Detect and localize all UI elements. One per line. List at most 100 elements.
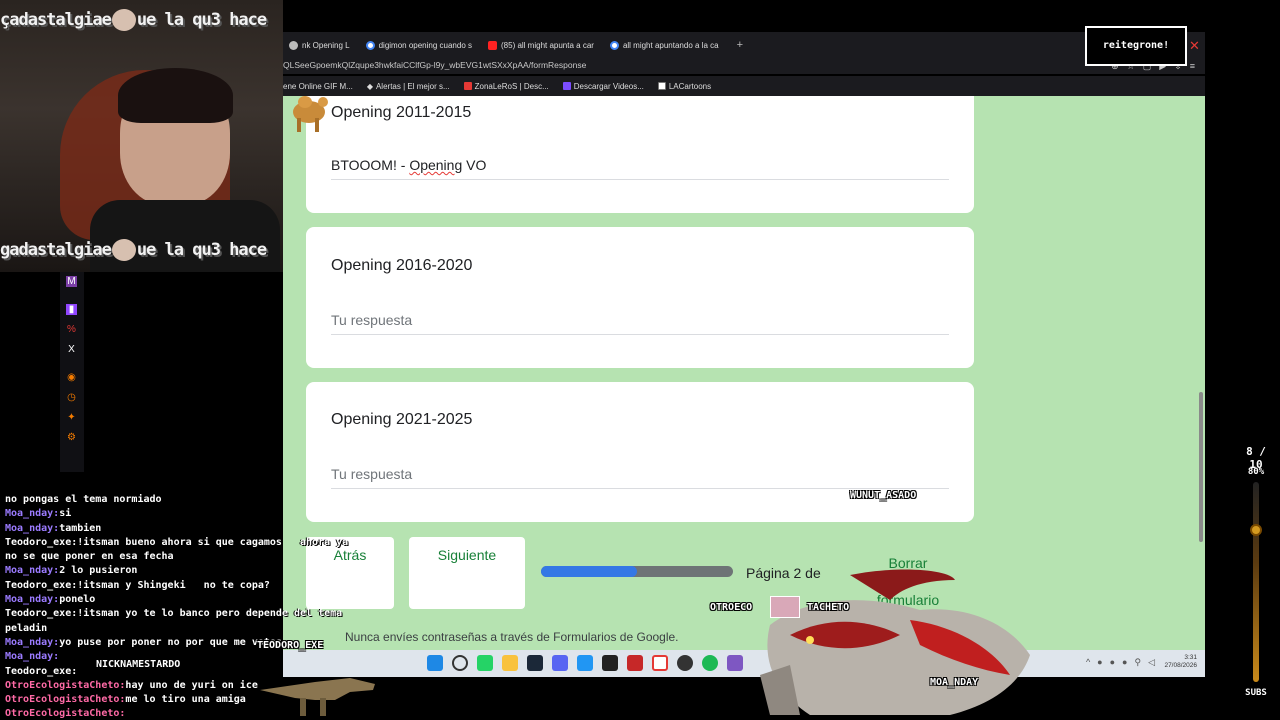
screen: nk Opening L digimon opening cuando s (8… xyxy=(0,0,1280,720)
question-card-2016-2020: Opening 2016-2020 Tu respuesta xyxy=(306,227,974,368)
new-tab-button[interactable]: + xyxy=(731,39,749,51)
steam-icon[interactable] xyxy=(527,655,543,671)
chat-username: Moa_nday: xyxy=(5,636,60,648)
banner-text: gadastalgiae xyxy=(0,240,112,260)
google-icon xyxy=(609,40,619,50)
viewer-name-label: TEODORO_EXE xyxy=(257,640,324,651)
chat-text: tambien xyxy=(59,522,102,534)
twitch-icon[interactable]: ▮ xyxy=(66,304,77,315)
clock-date: 27/08/2026 xyxy=(1164,662,1197,669)
scroll-thumb[interactable] xyxy=(1199,392,1203,542)
chat-message: Teodoro_exe: xyxy=(5,665,475,679)
chevron-up-icon[interactable]: ^ xyxy=(1086,657,1090,668)
streamlabs-sidebar: M ▮ % X ◉ ◷ ✦ ⚙ xyxy=(60,272,84,472)
browser-tab[interactable]: all might apuntando a la ca xyxy=(606,34,727,56)
chat-username: Moa_nday: xyxy=(5,651,60,663)
close-icon[interactable]: ✕ xyxy=(1189,38,1200,54)
chat-username: Teodoro_exe: xyxy=(5,579,78,591)
address-bar[interactable]: QLSeeGpoemkQlZqupe3hwkfaiCClfGp-l9y_wbEV… xyxy=(283,58,1205,74)
webcam-overlay: çadastalgiae ue la qu3 hace gadastalgiae u… xyxy=(0,0,283,272)
whatsapp-icon[interactable] xyxy=(477,655,493,671)
app-icon[interactable] xyxy=(577,655,593,671)
chat-message: OtroEcologistaCheto:hay uno de yuri on i… xyxy=(5,679,475,693)
chat-text: no se que poner en esa fecha xyxy=(5,551,174,563)
microphone-icon[interactable]: ⚲ xyxy=(1134,657,1141,668)
chat-text: me lo tiro una amiga xyxy=(125,694,246,706)
dinosaur-sprite xyxy=(260,678,375,716)
answer-field[interactable]: Tu respuesta xyxy=(331,312,949,335)
browser-tab[interactable]: nk Opening L xyxy=(285,34,358,56)
answer-text-misspelled: Opening xyxy=(409,157,463,173)
chat-message: Teodoro_exe:!itsman y Shingeki no te cop… xyxy=(5,579,475,593)
bookmark-item[interactable]: ZonaLeRoS | Desc... xyxy=(463,81,549,91)
browser-tab[interactable]: (85) all might apunta a car xyxy=(484,34,602,56)
question-card-2011-2015: Opening 2011-2015 BTOOOM! - Opening VO xyxy=(306,96,974,213)
percent-icon[interactable]: % xyxy=(66,324,77,335)
answer-field[interactable]: Tu respuesta xyxy=(331,466,949,489)
answer-text: VO xyxy=(462,157,487,173)
viewer-name-label: WUNUT_ASADO xyxy=(850,490,917,501)
chat-message: Moa_nday: xyxy=(5,650,475,664)
chat-text: peladin xyxy=(5,622,48,634)
subs-goal-knob xyxy=(1250,524,1262,536)
download-site-icon xyxy=(562,82,571,90)
tab-label: (85) all might apunta a car xyxy=(501,40,594,50)
banner-text: ue la qu3 hace xyxy=(136,240,267,260)
chat-message: OtroEcologistaCheto: xyxy=(5,707,475,720)
puzzle-icon[interactable]: ✦ xyxy=(66,412,77,423)
obs-icon[interactable] xyxy=(627,655,643,671)
bookmark-item[interactable]: ◆ Alertas | El mejor s... xyxy=(367,82,450,91)
streamer-hair xyxy=(118,68,233,123)
viewer-name-label: NICKNAMESTARDO xyxy=(96,659,181,670)
menu-icon[interactable]: M xyxy=(66,276,77,287)
chat-username: Teodoro_exe: xyxy=(5,608,78,620)
opera-icon[interactable] xyxy=(652,655,668,671)
tab-label: all might apuntando a la ca xyxy=(622,40,719,50)
viewer-name-label: MOA_NDAY xyxy=(930,677,979,688)
chat-message: Moa_nday:tambien xyxy=(5,522,475,536)
viewer-avatar xyxy=(770,596,800,618)
tray-app-icon[interactable]: ● xyxy=(1122,657,1127,668)
bookmark-label: LACartoons xyxy=(668,81,712,91)
x-icon[interactable]: X xyxy=(66,344,77,355)
app-icon[interactable] xyxy=(727,655,743,671)
page-scrollbar[interactable] xyxy=(1198,96,1205,650)
bookmark-label: Alertas | El mejor s... xyxy=(375,81,450,91)
speaker-icon[interactable]: ◁ xyxy=(1148,657,1155,668)
taskbar-clock[interactable]: 3:31 27/08/2026 xyxy=(1164,654,1197,670)
zonaleros-icon xyxy=(463,82,472,90)
github-icon[interactable] xyxy=(677,655,693,671)
folder-icon[interactable] xyxy=(502,655,518,671)
discord-icon[interactable] xyxy=(552,655,568,671)
viewer-name-label: TACHETO xyxy=(807,602,850,613)
chat-message: Teodoro_exe:!itsman yo te lo banco pero … xyxy=(5,607,475,621)
chat-username: Moa_nday: xyxy=(5,565,60,577)
chat-text: !itsman yo te lo banco pero depende del … xyxy=(77,608,343,620)
google-icon xyxy=(365,40,375,50)
tray-app-icon[interactable]: ● xyxy=(1110,657,1115,668)
subs-goal-bar xyxy=(1253,482,1259,682)
bookmark-label: ZonaLeRoS | Desc... xyxy=(474,81,549,91)
menu-icon[interactable]: ≡ xyxy=(1190,59,1195,73)
bookmark-item[interactable]: Descargar Videos... xyxy=(562,82,644,91)
spotify-icon[interactable] xyxy=(702,655,718,671)
youtube-icon xyxy=(488,40,497,50)
banner-text: ue la qu3 hace xyxy=(136,10,267,30)
record-icon[interactable]: ◉ xyxy=(66,372,77,383)
chat-username: OtroEcologistaCheto: xyxy=(5,694,126,706)
folder-icon xyxy=(657,82,666,90)
bookmark-item[interactable]: LACartoons xyxy=(657,81,712,91)
tray-app-icon[interactable]: ● xyxy=(1097,657,1102,668)
dragon-sprite xyxy=(760,569,1030,715)
chat-username: Teodoro_exe: xyxy=(5,536,78,548)
chat-message: OtroEcologistaCheto:me lo tiro una amiga xyxy=(5,693,475,707)
stream-banner-bottom: gadastalgiae ue la qu3 hace xyxy=(0,235,283,265)
capcut-icon[interactable] xyxy=(602,655,618,671)
answer-field[interactable]: BTOOOM! - Opening VO xyxy=(331,157,949,180)
browser-tab[interactable]: digimon opening cuando s xyxy=(362,34,480,56)
chat-username: Teodoro_exe: xyxy=(5,665,78,677)
clock-icon[interactable]: ◷ xyxy=(66,392,77,403)
chat-text: yo puse por poner no por que me votes xyxy=(59,636,282,648)
gear-icon[interactable]: ⚙ xyxy=(66,432,77,443)
chat-text: ponelo xyxy=(59,594,96,606)
